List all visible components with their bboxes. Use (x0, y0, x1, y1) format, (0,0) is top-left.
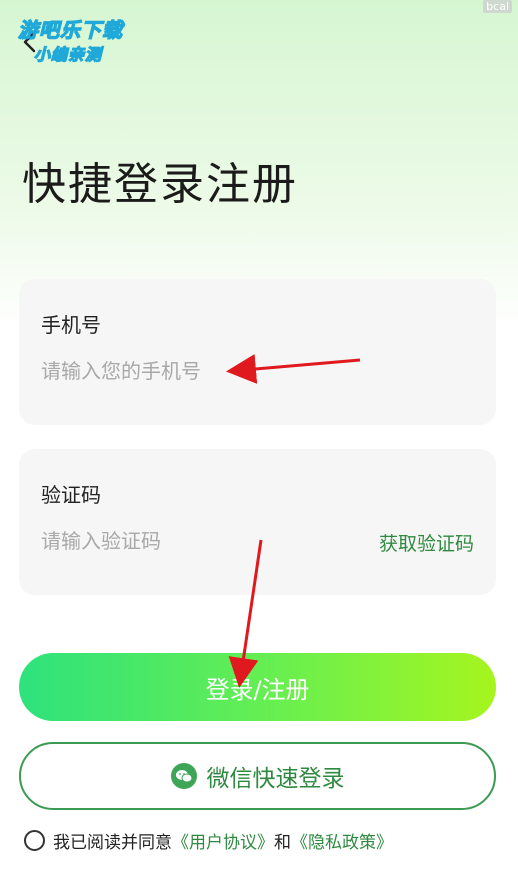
code-input[interactable] (41, 529, 341, 553)
login-register-button[interactable]: 登录/注册 (19, 653, 496, 721)
agreement-row: 我已阅读并同意 《用户协议》 和 《隐私政策》 (24, 828, 393, 853)
watermark-logo: 游吧乐下载 小编亲测 (14, 10, 144, 70)
wechat-icon (170, 763, 197, 789)
login-button-label: 登录/注册 (205, 675, 310, 704)
watermark-line2: 小编亲测 (33, 44, 103, 64)
phone-label: 手机号 (41, 313, 101, 337)
page-title: 快捷登录注册 (22, 159, 298, 210)
code-label: 验证码 (41, 483, 101, 507)
user-agreement-link[interactable]: 《用户协议》 (172, 828, 274, 853)
agreement-and: 和 (274, 833, 291, 853)
agreement-prefix: 我已阅读并同意 (53, 833, 172, 853)
privacy-policy-link[interactable]: 《隐私政策》 (291, 828, 393, 853)
watermark-line1: 游吧乐下载 (17, 17, 123, 42)
wechat-login-label: 微信快速登录 (206, 766, 345, 792)
corner-watermark: bcal (483, 0, 512, 13)
phone-card: 手机号 (19, 279, 496, 425)
get-code-button[interactable]: 获取验证码 (379, 529, 474, 556)
code-card: 验证码 获取验证码 (19, 449, 496, 595)
wechat-login-button[interactable]: 微信快速登录 (19, 742, 496, 810)
agree-radio[interactable] (24, 830, 45, 851)
phone-input[interactable] (41, 359, 341, 383)
